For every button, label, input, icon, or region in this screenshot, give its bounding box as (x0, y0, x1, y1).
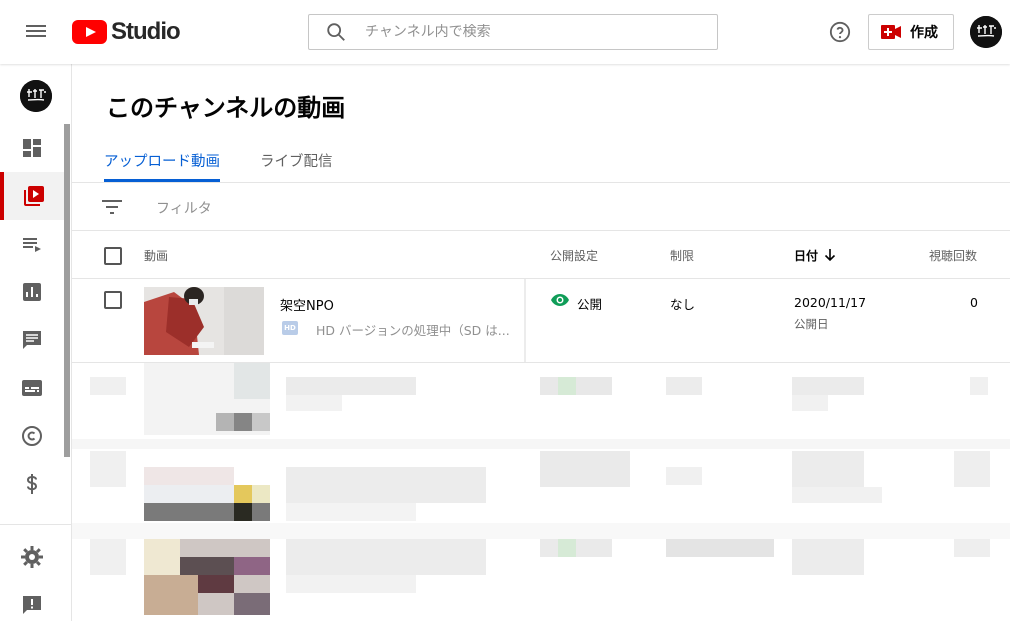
sidebar-item-playlists[interactable] (0, 220, 64, 268)
help-circle-icon[interactable] (829, 21, 851, 43)
column-header-video: 動画 (144, 249, 169, 263)
date-value: 2020/11/17 (794, 295, 867, 310)
copyright-icon (22, 426, 42, 446)
date-type: 公開日 (794, 317, 829, 331)
restrictions-value: なし (670, 297, 696, 312)
video-title[interactable]: 架空NPO (280, 295, 334, 314)
tab-bar: アップロード動画 ライブ配信 (104, 144, 373, 182)
column-header-visibility[interactable]: 公開設定 (550, 247, 598, 264)
blurred-video-rows (72, 363, 1010, 621)
page-title: このチャンネルの動画 (106, 94, 346, 122)
column-header-restrictions[interactable]: 制限 (670, 247, 694, 264)
sidebar-item-analytics[interactable] (0, 268, 64, 316)
youtube-play-icon (72, 20, 107, 44)
create-button[interactable]: 作成 (868, 14, 954, 50)
top-bar: Studio 作成 (0, 0, 1010, 64)
tab-uploads[interactable]: アップロード動画 (104, 144, 220, 182)
processing-status: HD バージョンの処理中（SD は... (316, 323, 510, 338)
column-header-date[interactable]: 日付 (794, 247, 818, 264)
main-content: このチャンネルの動画 アップロード動画 ライブ配信 フィルタ 動画 公開設定 制… (72, 64, 1010, 621)
video-thumbnail[interactable] (144, 287, 264, 355)
sidebar-item-subtitles[interactable] (0, 364, 64, 412)
row-checkbox[interactable] (104, 291, 122, 309)
feedback-icon (23, 596, 41, 614)
eye-visibility-icon (551, 294, 569, 306)
search-icon (327, 23, 345, 41)
sidebar-item-monetization[interactable] (0, 460, 64, 508)
column-header-views[interactable]: 視聴回数 (929, 247, 977, 264)
tabs-divider (72, 182, 1010, 183)
sidebar-item-settings[interactable] (0, 533, 64, 581)
video-camera-add-icon (881, 25, 901, 39)
select-all-checkbox[interactable] (104, 247, 122, 265)
header-divider (72, 278, 1010, 279)
sort-arrow-down-icon[interactable] (823, 248, 837, 262)
create-button-label: 作成 (910, 25, 938, 41)
channel-avatar[interactable] (20, 80, 52, 112)
search-box[interactable] (308, 14, 718, 50)
filter-input[interactable]: フィルタ (156, 198, 212, 218)
video-thumbnail-image (144, 287, 264, 355)
videos-icon (24, 186, 44, 206)
sidebar-item-copyright[interactable] (0, 412, 64, 460)
sidebar (0, 64, 72, 621)
settings-icon (21, 546, 43, 568)
youtube-studio-logo[interactable]: Studio (72, 18, 181, 46)
subtitles-icon (22, 380, 42, 396)
hamburger-menu-icon[interactable] (24, 22, 48, 42)
analytics-icon (23, 283, 41, 301)
hd-processing-icon: HD (282, 321, 298, 335)
views-value: 0 (970, 295, 978, 310)
sidebar-item-dashboard[interactable] (0, 124, 64, 172)
monetization-icon (26, 474, 38, 494)
sidebar-divider (0, 524, 72, 525)
dashboard-icon (23, 139, 41, 157)
channel-logo-icon (970, 16, 1002, 48)
tab-live[interactable]: ライブ配信 (260, 144, 333, 182)
playlists-icon (23, 238, 41, 252)
sidebar-item-comments[interactable] (0, 316, 64, 364)
comments-icon (23, 331, 41, 349)
filter-divider (72, 230, 1010, 231)
sidebar-item-feedback[interactable] (0, 581, 64, 629)
visibility-value[interactable]: 公開 (577, 294, 602, 313)
search-input[interactable] (365, 24, 685, 40)
column-divider (524, 279, 526, 363)
filter-icon[interactable] (101, 198, 123, 216)
account-avatar[interactable] (970, 16, 1002, 48)
sidebar-item-videos[interactable] (0, 172, 64, 220)
channel-logo-icon (20, 80, 52, 112)
logo-text: Studio (111, 18, 181, 45)
sidebar-scrollbar[interactable] (64, 124, 70, 457)
